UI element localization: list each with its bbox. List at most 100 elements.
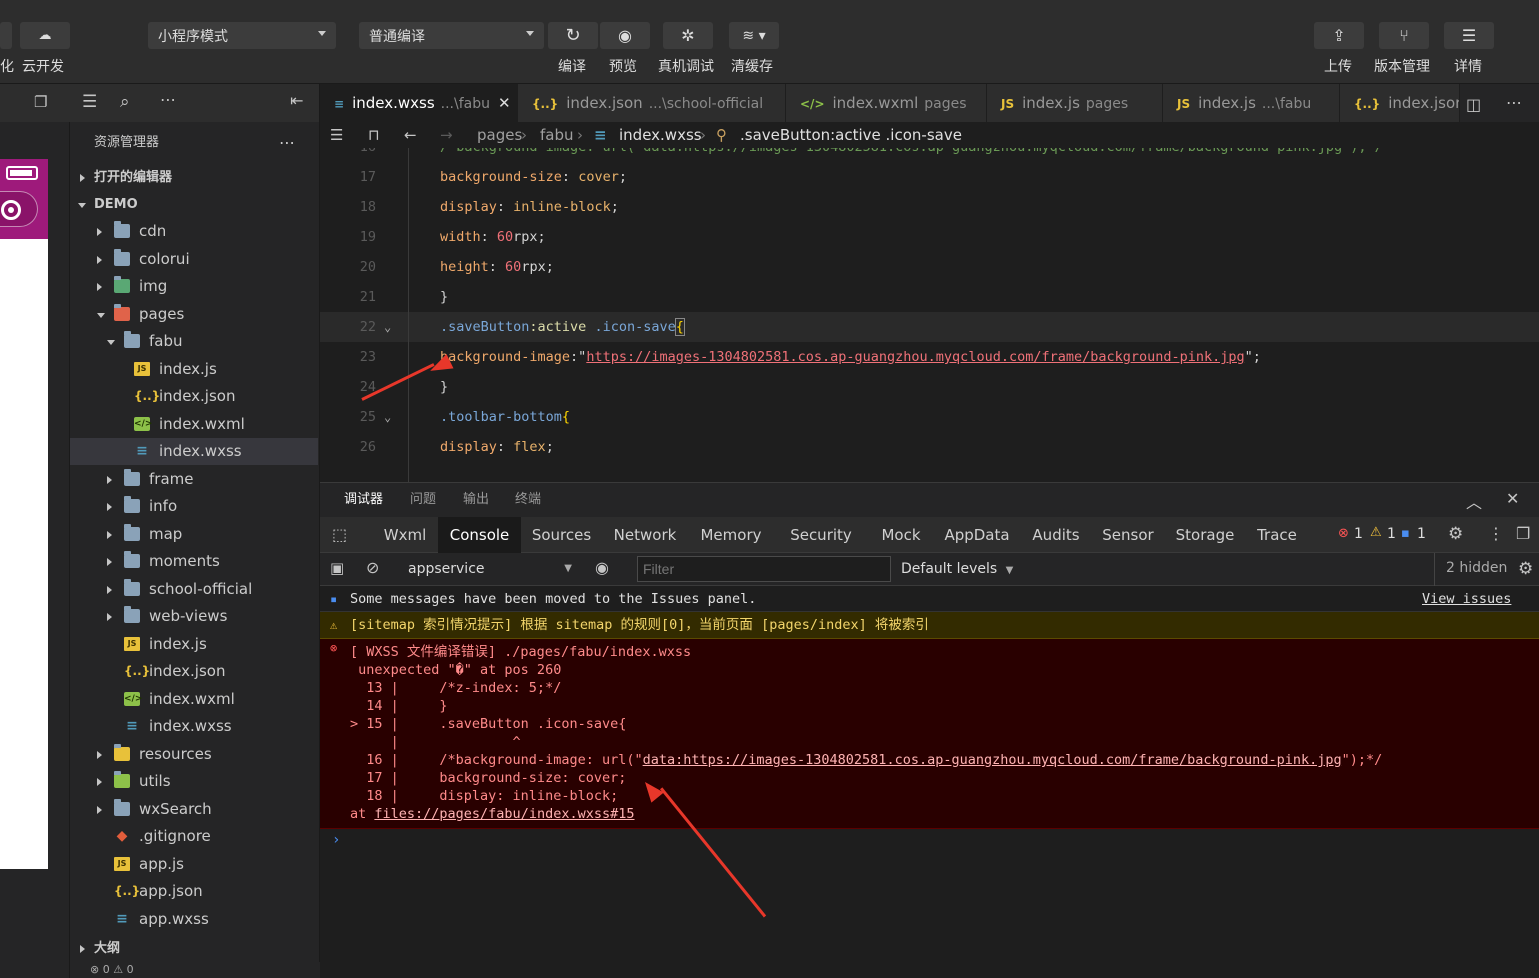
tree-folder[interactable]: fabu	[70, 328, 318, 355]
view-issues-link[interactable]: View issues	[1422, 586, 1511, 612]
warning-count[interactable]: 1	[1387, 526, 1396, 542]
info-count[interactable]: 1	[1417, 526, 1426, 542]
bookmark-icon[interactable]: ⊓	[368, 122, 380, 148]
levels-select[interactable]: Default levels ▼	[901, 557, 1013, 581]
editor-tab[interactable]: JS index.js ...\fabu	[1163, 84, 1340, 122]
collapse-sidebar-icon[interactable]: ⇤	[290, 91, 303, 110]
gear-icon[interactable]: ⚙	[1518, 559, 1533, 579]
hidden-count[interactable]: 2 hidden	[1446, 560, 1507, 576]
tree-file[interactable]: </> index.wxml	[70, 411, 318, 438]
code-line[interactable]: 19 width: 60rpx;	[320, 222, 1539, 252]
forward-arrow-icon[interactable]: →	[440, 122, 453, 148]
tree-folder[interactable]: wxSearch	[70, 796, 318, 823]
code-line[interactable]: 21}	[320, 282, 1539, 312]
project-section[interactable]: DEMO	[70, 191, 319, 218]
mode-select[interactable]: 小程序模式	[148, 22, 336, 49]
kebab-icon[interactable]: ⋮	[1488, 524, 1504, 543]
code-line[interactable]: 23 background-image:"https://images-13048…	[320, 342, 1539, 372]
editor-tab[interactable]: </> index.wxml pages	[786, 84, 987, 122]
cloud-button[interactable]: ☁	[20, 22, 70, 49]
devtools-tab-storage[interactable]: Storage	[1164, 517, 1246, 553]
sidebar-toggle-icon[interactable]: ▣	[330, 559, 344, 577]
tree-folder[interactable]: resources	[70, 741, 318, 768]
code-line[interactable]: 18 display: inline-block;	[320, 192, 1539, 222]
devtools-tab-audits[interactable]: Audits	[1020, 517, 1092, 553]
tree-file[interactable]: {..} index.json	[70, 383, 318, 410]
devtools-tab-sources[interactable]: Sources	[521, 517, 602, 553]
simulator-screen[interactable]	[0, 159, 48, 869]
list-icon[interactable]: ☰	[82, 92, 97, 112]
open-editors-section[interactable]: 打开的编辑器	[70, 164, 319, 191]
tree-file[interactable]: JS index.js	[70, 631, 318, 658]
devtools-tab-trace[interactable]: Trace	[1246, 517, 1308, 553]
devtools-tab-network[interactable]: Network	[602, 517, 688, 553]
error-count[interactable]: 1	[1354, 526, 1363, 542]
tree-folder[interactable]: cdn	[70, 218, 318, 245]
window-icon[interactable]: ❐	[34, 93, 47, 111]
devtools-tab-sensor[interactable]: Sensor	[1092, 517, 1164, 553]
cut-button[interactable]	[0, 22, 12, 49]
compile-select[interactable]: 普通编译	[359, 22, 544, 49]
tree-folder[interactable]: colorui	[70, 246, 318, 273]
editor-tab[interactable]: {..} index.jsor	[1340, 84, 1460, 122]
more-icon[interactable]: ⋯	[1506, 93, 1522, 112]
back-arrow-icon[interactable]: ←	[404, 122, 417, 148]
dock-icon[interactable]: ❐	[1516, 524, 1530, 543]
code-line[interactable]: 24}	[320, 372, 1539, 402]
context-select[interactable]: appservice ▼	[402, 557, 572, 581]
preview-button[interactable]: ◉	[600, 22, 650, 49]
tree-folder[interactable]: web-views	[70, 603, 318, 630]
code-line[interactable]: 22 ⌄ .saveButton:active .icon-save{	[320, 312, 1539, 342]
devtools-tab-security[interactable]: Security	[774, 517, 868, 553]
fold-chevron-icon[interactable]: ⌄	[384, 312, 391, 342]
devtools-tab-memory[interactable]: Memory	[688, 517, 774, 553]
code-line[interactable]: 17 background-size: cover;	[320, 162, 1539, 192]
tree-file[interactable]: ≡ app.wxss	[70, 906, 318, 933]
more-icon[interactable]: ⋯	[160, 90, 176, 109]
error-source-link[interactable]: files://pages/fabu/index.wxss#15	[374, 806, 634, 822]
breadcrumb-item[interactable]: pages	[477, 122, 522, 148]
device-debug-button[interactable]: ✲	[663, 22, 713, 49]
devtools-tab-mock[interactable]: Mock	[868, 517, 934, 553]
tree-file[interactable]: </> index.wxml	[70, 686, 318, 713]
status-problems[interactable]: ⊗ 0 ⚠ 0	[90, 963, 134, 976]
tree-file[interactable]: ≡ index.wxss	[70, 713, 318, 740]
tab-problems[interactable]: 问题	[410, 483, 436, 517]
compile-button[interactable]: ↻	[548, 22, 598, 49]
outline-section[interactable]: 大纲	[70, 935, 318, 962]
list-icon[interactable]: ☰	[330, 122, 343, 148]
fold-chevron-icon[interactable]: ⌄	[384, 402, 391, 432]
editor-tab[interactable]: ≡ index.wxss ...\fabu ✕	[320, 84, 518, 122]
version-button[interactable]: ⑂	[1379, 22, 1429, 49]
tab-output[interactable]: 输出	[463, 483, 489, 517]
search-icon[interactable]: ⌕	[120, 92, 130, 112]
devtools-tab-wxml[interactable]: Wxml	[372, 517, 438, 553]
split-editor-icon[interactable]: ◫	[1466, 95, 1481, 114]
tab-debugger[interactable]: 调试器	[344, 483, 383, 517]
eye-icon[interactable]: ◉	[595, 558, 609, 577]
devtools-tab-console[interactable]: Console	[438, 517, 521, 553]
tree-file[interactable]: {..} index.json	[70, 658, 318, 685]
tab-terminal[interactable]: 终端	[515, 483, 541, 517]
tree-file[interactable]: JS app.js	[70, 851, 318, 878]
tree-folder[interactable]: moments	[70, 548, 318, 575]
prompt-chevron-icon[interactable]: ›	[332, 832, 340, 848]
editor-tab[interactable]: {..} index.json ...\school-official	[518, 84, 786, 122]
breadcrumb-item[interactable]: index.wxss	[619, 122, 702, 148]
code-line[interactable]: 20 height: 60rpx;	[320, 252, 1539, 282]
tree-folder[interactable]: utils	[70, 768, 318, 795]
filter-input[interactable]	[637, 556, 891, 582]
chevron-up-icon[interactable]: ︿	[1466, 489, 1482, 513]
devtools-tab-appdata[interactable]: AppData	[934, 517, 1020, 553]
clear-console-icon[interactable]: ⊘	[366, 558, 379, 577]
breadcrumb-item[interactable]: .saveButton:active .icon-save	[740, 122, 962, 148]
close-icon[interactable]: ✕	[498, 94, 511, 112]
tree-folder[interactable]: info	[70, 493, 318, 520]
close-icon[interactable]: ✕	[1506, 489, 1519, 508]
upload-button[interactable]: ⇪	[1314, 22, 1364, 49]
tree-folder[interactable]: img	[70, 273, 318, 300]
tree-file[interactable]: {..} app.json	[70, 878, 318, 905]
tree-folder[interactable]: map	[70, 521, 318, 548]
code-area[interactable]: 16 /*background-image: url("data:https://…	[320, 148, 1539, 482]
code-line[interactable]: 26 display: flex;	[320, 432, 1539, 462]
